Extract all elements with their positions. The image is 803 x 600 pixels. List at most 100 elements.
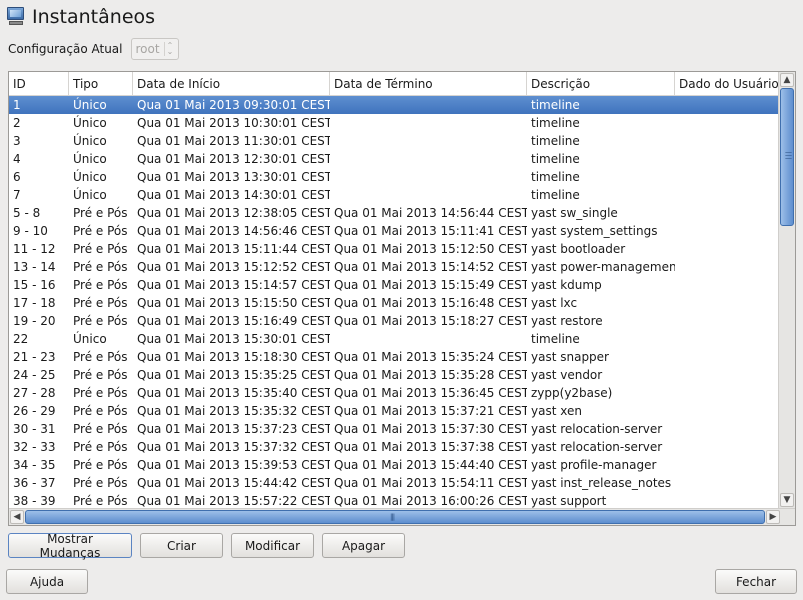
table-cell: Qua 01 Mai 2013 14:30:01 CEST bbox=[137, 188, 330, 202]
table-row[interactable]: 7 Único Qua 01 Mai 2013 14:30:01 CEST timel… bbox=[9, 186, 779, 204]
vertical-scroll-thumb[interactable]: — — — bbox=[780, 88, 794, 226]
scroll-up-icon[interactable]: ▲ bbox=[780, 73, 794, 87]
table-cell: 32 - 33 bbox=[13, 440, 56, 454]
table-cell: Qua 01 Mai 2013 15:15:49 CEST bbox=[334, 278, 527, 292]
table-cell: Pré e Pós bbox=[73, 296, 128, 310]
config-row: Configuração Atual root ⌃ ⌄ bbox=[8, 38, 179, 60]
horizontal-scrollbar[interactable]: ◀ ||| ▶ bbox=[9, 508, 795, 525]
table-cell bbox=[675, 294, 779, 312]
table-row[interactable]: 3 Único Qua 01 Mai 2013 11:30:01 CEST timel… bbox=[9, 132, 779, 150]
table-cell: Qua 01 Mai 2013 15:39:53 CEST bbox=[137, 458, 330, 472]
modify-button[interactable]: Modificar bbox=[231, 533, 314, 558]
table-cell: Qua 01 Mai 2013 15:37:32 CEST bbox=[137, 440, 330, 454]
table-cell: Qua 01 Mai 2013 13:30:01 CEST bbox=[137, 170, 330, 184]
create-button[interactable]: Criar bbox=[140, 533, 223, 558]
table-cell: timeline bbox=[531, 134, 580, 148]
table-cell bbox=[675, 186, 779, 204]
table-cell: 2 bbox=[13, 116, 21, 130]
column-header[interactable]: Data de Término bbox=[330, 72, 527, 96]
table-row[interactable]: 24 - 25 Pré e Pós Qua 01 Mai 2013 15:35:25… bbox=[9, 366, 779, 384]
table-cell: yast relocation-server bbox=[531, 440, 663, 454]
column-header[interactable]: Descrição bbox=[527, 72, 675, 96]
column-header[interactable]: Tipo bbox=[69, 72, 133, 96]
delete-button[interactable]: Apagar bbox=[322, 533, 405, 558]
scroll-down-icon[interactable]: ▼ bbox=[780, 493, 794, 507]
table-cell bbox=[330, 186, 527, 204]
table-row[interactable]: 1 Único Qua 01 Mai 2013 09:30:01 CEST timel… bbox=[9, 96, 779, 114]
table-row[interactable]: 17 - 18 Pré e Pós Qua 01 Mai 2013 15:15:50… bbox=[9, 294, 779, 312]
table-row[interactable]: 13 - 14 Pré e Pós Qua 01 Mai 2013 15:12:52… bbox=[9, 258, 779, 276]
table-cell: Pré e Pós bbox=[73, 422, 128, 436]
table-cell: Único bbox=[73, 116, 107, 130]
horizontal-scroll-thumb[interactable]: ||| bbox=[25, 510, 765, 524]
title-bar: Instantâneos bbox=[6, 4, 155, 30]
table-row[interactable]: 22 Único Qua 01 Mai 2013 15:30:01 CEST time… bbox=[9, 330, 779, 348]
table-row[interactable]: 38 - 39 Pré e Pós Qua 01 Mai 2013 15:57:22… bbox=[9, 492, 779, 508]
table-row[interactable]: 26 - 29 Pré e Pós Qua 01 Mai 2013 15:35:32… bbox=[9, 402, 779, 420]
table-cell: Qua 01 Mai 2013 15:37:30 CEST bbox=[334, 422, 527, 436]
show-changes-button[interactable]: Mostrar Mudanças bbox=[8, 532, 132, 560]
table-cell: Pré e Pós bbox=[73, 314, 128, 328]
table-row[interactable]: 30 - 31 Pré e Pós Qua 01 Mai 2013 15:37:23… bbox=[9, 420, 779, 438]
table-cell bbox=[675, 96, 779, 114]
config-label: Configuração Atual bbox=[8, 42, 123, 56]
table-cell: Qua 01 Mai 2013 15:15:50 CEST bbox=[137, 296, 330, 310]
table-cell: 4 bbox=[13, 152, 21, 166]
table-cell: Qua 01 Mai 2013 15:35:32 CEST bbox=[137, 404, 330, 418]
table-row[interactable]: 36 - 37 Pré e Pós Qua 01 Mai 2013 15:44:42… bbox=[9, 474, 779, 492]
config-combobox[interactable]: root ⌃ ⌄ bbox=[130, 38, 179, 60]
table-cell: 19 - 20 bbox=[13, 314, 56, 328]
snapshots-table[interactable]: ID Tipo Data de Início Data de Término Descr… bbox=[8, 71, 796, 526]
table-row[interactable]: 32 - 33 Pré e Pós Qua 01 Mai 2013 15:37:32… bbox=[9, 438, 779, 456]
table-row[interactable]: 4 Único Qua 01 Mai 2013 12:30:01 CEST timel… bbox=[9, 150, 779, 168]
table-cell: yast inst_release_notes bbox=[531, 476, 672, 490]
table-row[interactable]: 19 - 20 Pré e Pós Qua 01 Mai 2013 15:16:49… bbox=[9, 312, 779, 330]
table-cell: Único bbox=[73, 332, 107, 346]
table-cell: Qua 01 Mai 2013 15:30:01 CEST bbox=[137, 332, 330, 346]
table-cell: Qua 01 Mai 2013 15:36:45 CEST bbox=[334, 386, 527, 400]
table-cell bbox=[675, 276, 779, 294]
table-row[interactable]: 6 Único Qua 01 Mai 2013 13:30:01 CEST timel… bbox=[9, 168, 779, 186]
table-cell: Qua 01 Mai 2013 15:37:21 CEST bbox=[334, 404, 527, 418]
table-cell: Pré e Pós bbox=[73, 440, 128, 454]
table-row[interactable]: 27 - 28 Pré e Pós Qua 01 Mai 2013 15:35:40… bbox=[9, 384, 779, 402]
table-cell: yast profile-manager bbox=[531, 458, 657, 472]
table-cell: 26 - 29 bbox=[13, 404, 56, 418]
table-cell: 22 bbox=[13, 332, 29, 346]
table-row[interactable]: 2 Único Qua 01 Mai 2013 10:30:01 CEST timel… bbox=[9, 114, 779, 132]
table-header: ID Tipo Data de Início Data de Término Descr… bbox=[9, 72, 779, 96]
table-cell bbox=[675, 168, 779, 186]
column-header[interactable]: Data de Início bbox=[133, 72, 330, 96]
table-cell: Pré e Pós bbox=[73, 494, 128, 508]
table-row[interactable]: 11 - 12 Pré e Pós Qua 01 Mai 2013 15:11:44… bbox=[9, 240, 779, 258]
table-body[interactable]: 1 Único Qua 01 Mai 2013 09:30:01 CEST timel… bbox=[9, 96, 779, 508]
column-header[interactable]: ID bbox=[9, 72, 69, 96]
table-row[interactable]: 34 - 35 Pré e Pós Qua 01 Mai 2013 15:39:53… bbox=[9, 456, 779, 474]
vertical-scrollbar[interactable]: ▲ — — — ▼ bbox=[778, 72, 795, 508]
table-cell: Qua 01 Mai 2013 09:30:01 CEST bbox=[137, 98, 330, 112]
table-cell: timeline bbox=[531, 188, 580, 202]
close-button[interactable]: Fechar bbox=[715, 569, 797, 594]
table-cell: yast kdump bbox=[531, 278, 602, 292]
table-cell: 27 - 28 bbox=[13, 386, 56, 400]
table-cell bbox=[675, 240, 779, 258]
table-row[interactable]: 15 - 16 Pré e Pós Qua 01 Mai 2013 15:14:57… bbox=[9, 276, 779, 294]
table-row[interactable]: 21 - 23 Pré e Pós Qua 01 Mai 2013 15:18:30… bbox=[9, 348, 779, 366]
table-cell: 13 - 14 bbox=[13, 260, 56, 274]
table-row[interactable]: 5 - 8 Pré e Pós Qua 01 Mai 2013 12:38:05 C… bbox=[9, 204, 779, 222]
scroll-left-icon[interactable]: ◀ bbox=[10, 510, 24, 524]
table-cell: 6 bbox=[13, 170, 21, 184]
table-cell bbox=[675, 492, 779, 508]
help-button[interactable]: Ajuda bbox=[6, 569, 88, 594]
table-cell: Qua 01 Mai 2013 15:14:57 CEST bbox=[137, 278, 330, 292]
table-cell: Pré e Pós bbox=[73, 386, 128, 400]
column-header[interactable]: Dado do Usuário bbox=[675, 72, 779, 96]
table-cell: Qua 01 Mai 2013 15:14:52 CEST bbox=[334, 260, 527, 274]
scroll-right-icon[interactable]: ▶ bbox=[766, 510, 780, 524]
table-cell: Qua 01 Mai 2013 15:18:27 CEST bbox=[334, 314, 527, 328]
table-cell: Qua 01 Mai 2013 15:12:52 CEST bbox=[137, 260, 330, 274]
table-row[interactable]: 9 - 10 Pré e Pós Qua 01 Mai 2013 14:56:46 … bbox=[9, 222, 779, 240]
table-cell: timeline bbox=[531, 116, 580, 130]
snapshot-monitor-icon bbox=[6, 7, 26, 27]
table-cell: Qua 01 Mai 2013 15:35:40 CEST bbox=[137, 386, 330, 400]
